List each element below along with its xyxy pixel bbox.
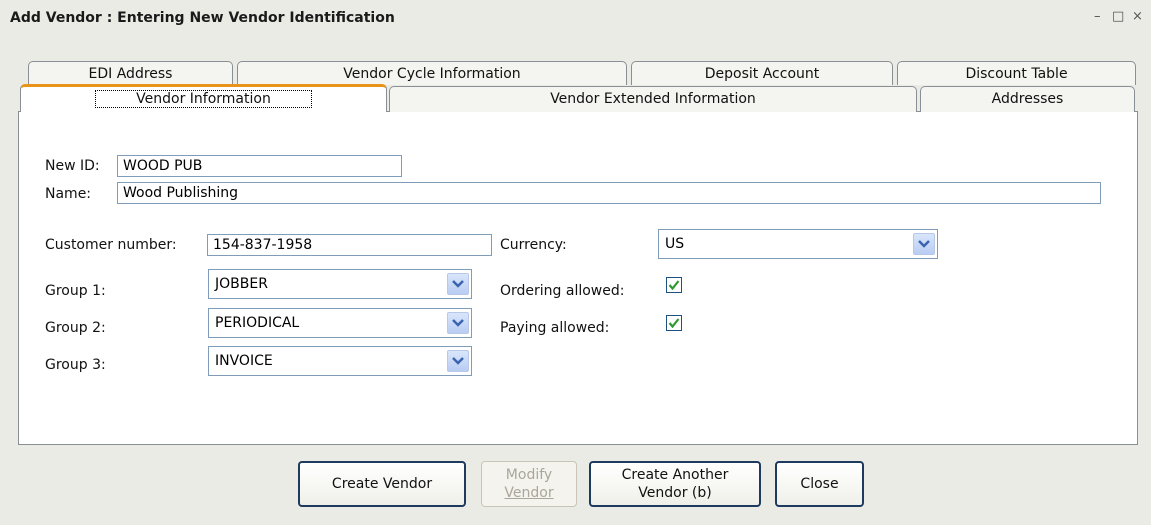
window-title: Add Vendor : Entering New Vendor Identif…: [10, 10, 395, 26]
tab-addresses[interactable]: Addresses: [920, 86, 1135, 112]
create-another-vendor-button[interactable]: Create Another Vendor (b): [589, 461, 761, 507]
group3-label: Group 3:: [45, 357, 106, 373]
group2-select[interactable]: PERIODICAL: [208, 308, 472, 338]
paying-allowed-checkbox[interactable]: [666, 315, 682, 331]
tab-vendor-extended-information[interactable]: Vendor Extended Information: [389, 86, 917, 112]
group2-label: Group 2:: [45, 320, 106, 336]
paying-allowed-label: Paying allowed:: [500, 320, 610, 336]
tab-deposit-account[interactable]: Deposit Account: [631, 61, 893, 85]
group3-value: INVOICE: [215, 353, 273, 369]
ordering-allowed-label: Ordering allowed:: [500, 283, 625, 299]
title-bar: Add Vendor : Entering New Vendor Identif…: [0, 0, 1151, 38]
create-vendor-button[interactable]: Create Vendor: [298, 461, 466, 507]
minimize-icon[interactable]: –: [1094, 9, 1101, 24]
maximize-icon[interactable]: □: [1112, 9, 1124, 24]
new-id-field[interactable]: WOOD PUB: [117, 155, 402, 177]
currency-value: US: [665, 236, 685, 252]
create-another-label-line1: Create Another: [621, 467, 729, 483]
group3-select[interactable]: INVOICE: [208, 346, 472, 376]
add-vendor-window: Add Vendor : Entering New Vendor Identif…: [0, 0, 1151, 525]
customer-number-label: Customer number:: [45, 237, 177, 253]
modify-vendor-label-line2: Vendor: [504, 485, 554, 501]
tab-vendor-information[interactable]: Vendor Information: [20, 84, 387, 112]
group1-value: JOBBER: [215, 276, 268, 292]
tab-vendor-cycle-information[interactable]: Vendor Cycle Information: [237, 61, 627, 85]
tab-edi-address[interactable]: EDI Address: [28, 61, 233, 85]
tab-discount-table[interactable]: Discount Table: [897, 61, 1136, 85]
checkmark-icon: [668, 318, 680, 329]
group2-value: PERIODICAL: [215, 315, 300, 331]
modify-vendor-button[interactable]: Modify Vendor: [481, 461, 577, 507]
tab-vendor-information-label: Vendor Information: [95, 90, 312, 108]
create-another-label-line2: Vendor (b): [638, 485, 712, 501]
currency-select[interactable]: US: [658, 229, 938, 259]
close-button[interactable]: Close: [775, 461, 864, 507]
name-field[interactable]: Wood Publishing: [117, 182, 1101, 204]
chevron-down-icon[interactable]: [447, 312, 469, 334]
new-id-label: New ID:: [45, 158, 100, 174]
checkmark-icon: [668, 280, 680, 291]
ordering-allowed-checkbox[interactable]: [666, 277, 682, 293]
customer-number-field[interactable]: 154-837-1958: [207, 234, 492, 256]
modify-vendor-label-line1: Modify: [505, 467, 553, 483]
chevron-down-icon[interactable]: [447, 273, 469, 295]
name-label: Name:: [45, 186, 92, 202]
group1-label: Group 1:: [45, 283, 106, 299]
close-icon[interactable]: ×: [1132, 9, 1143, 24]
group1-select[interactable]: JOBBER: [208, 269, 472, 299]
chevron-down-icon[interactable]: [447, 350, 469, 372]
chevron-down-icon[interactable]: [913, 233, 935, 255]
currency-label: Currency:: [500, 237, 567, 253]
